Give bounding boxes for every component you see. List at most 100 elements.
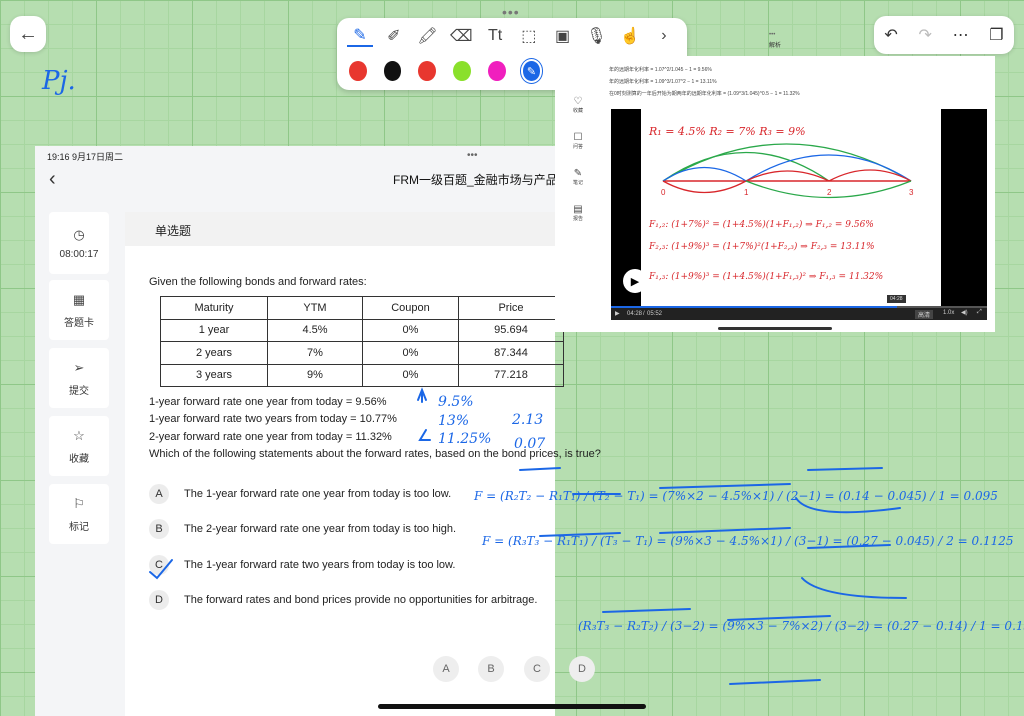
option-b-text[interactable]: The 2-year forward rate one year from to…: [184, 523, 456, 535]
table-row: 1 year 4.5% 0% 95.694: [160, 318, 564, 342]
page-title: FRM一级百题_金融市场与产品: [393, 173, 558, 187]
rail-qa[interactable]: ☐ 问答: [565, 132, 591, 150]
table-cell: 1 year: [160, 318, 268, 342]
panel-home-indicator: [718, 327, 832, 330]
table-cell: 9%: [267, 363, 363, 387]
hover-time: 04:28: [887, 295, 906, 303]
speed-button[interactable]: 1.0x: [943, 310, 954, 316]
answer-button-c[interactable]: C: [524, 656, 550, 682]
option-a-letter[interactable]: A: [149, 484, 169, 504]
mic-icon[interactable]: 🎙: [583, 26, 609, 46]
heart-icon: ♡: [573, 96, 583, 107]
answer-button-a[interactable]: A: [433, 656, 459, 682]
timer-card: ◷ 08:00:17: [49, 212, 109, 274]
video-player[interactable]: R₁ = 4.5% R₂ = 7% R₃ = 9% 0 1 2 3 F₁,₂: …: [611, 109, 987, 309]
lasso-icon[interactable]: ⬚: [516, 26, 542, 46]
answer-sheet-label: 答题卡: [64, 317, 94, 329]
option-b-letter[interactable]: B: [149, 519, 169, 539]
explanation-line: 年的远期年化利率 = 1.07^2/1.045 − 1 = 9.56%: [609, 67, 712, 73]
answer-button-b[interactable]: B: [478, 656, 504, 682]
fraction-bar: [807, 544, 891, 549]
undo-icon[interactable]: ↶: [884, 25, 897, 45]
marker-icon[interactable]: ✐: [381, 26, 407, 46]
table-cell: 0%: [362, 341, 459, 365]
pages-icon[interactable]: ❐: [989, 25, 1003, 45]
eraser-icon[interactable]: ⌫: [448, 26, 474, 46]
option-d-letter[interactable]: D: [149, 590, 169, 610]
color-swatch-red[interactable]: [349, 61, 367, 81]
question-intro: Given the following bonds and forward ra…: [149, 276, 367, 288]
table-header: Maturity: [160, 296, 268, 320]
rail-notes[interactable]: ✎ 笔记: [565, 168, 591, 186]
rail-favorite[interactable]: ♡ 收藏: [565, 96, 591, 114]
quality-button[interactable]: 高清: [915, 310, 934, 319]
video-explanation-panel: ♡ 收藏 ☐ 问答 ✎ 笔记 ▤ 报告 年的远期年化利率 = 1.07^2/1.045 …: [555, 32, 995, 332]
color-swatch-green[interactable]: [453, 61, 471, 81]
app-back-icon[interactable]: ‹: [49, 168, 56, 191]
option-a-text[interactable]: The 1-year forward rate one year from to…: [184, 488, 451, 500]
table-cell: 95.694: [458, 318, 564, 342]
rail-label: 收藏: [572, 108, 583, 114]
board-tick-label: 2: [827, 188, 832, 197]
table-row: 3 years 9% 0% 77.218: [160, 363, 564, 387]
table-row: 2 years 7% 0% 87.344: [160, 341, 564, 365]
color-swatch-black[interactable]: [383, 61, 402, 81]
fraction-bar: [729, 679, 821, 685]
more-options-icon[interactable]: ⋯: [953, 25, 969, 45]
timer-label: 08:00:17: [59, 248, 99, 260]
color-swatch-blue[interactable]: ✎: [522, 61, 541, 81]
time-separator: /: [643, 311, 645, 317]
fraction-bar: [807, 467, 883, 471]
submit-label: 提交: [69, 385, 89, 397]
side-rail: ♡ 收藏 ☐ 问答 ✎ 笔记 ▤ 报告: [555, 96, 599, 332]
table-header: Price: [458, 296, 564, 320]
table-cell: 4.5%: [267, 318, 363, 342]
handwritten-stroke: [795, 497, 901, 514]
table-header-row: Maturity YTM Coupon Price: [160, 296, 564, 320]
fraction-bar: [602, 608, 691, 613]
submit-button[interactable]: ➢ 提交: [49, 348, 109, 408]
touch-icon[interactable]: ☝: [617, 26, 643, 46]
video-controls: ▶ 04:28 / 05:52 高清 1.0x ◀) ⤢: [611, 306, 987, 320]
forward-rate-line: 1-year forward rate two years from today…: [149, 413, 397, 425]
progress-fill: [611, 306, 897, 308]
fraction-bar: [659, 527, 791, 534]
rail-label: 笔记: [572, 180, 583, 186]
board-tick-label: 3: [909, 188, 914, 197]
text-icon[interactable]: Tt: [482, 27, 508, 45]
panel-dots[interactable]: •••: [769, 32, 775, 38]
play-button[interactable]: ▶: [623, 269, 647, 293]
option-c-letter[interactable]: C: [149, 555, 169, 575]
home-indicator: [378, 704, 646, 709]
highlighter-icon[interactable]: 🖍: [415, 26, 441, 46]
whiteboard-drawing: R₁ = 4.5% R₂ = 7% R₃ = 9% 0 1 2 3 F₁,₂: …: [648, 125, 914, 282]
mark-button[interactable]: ⚐ 标记: [49, 484, 109, 544]
board-arc: [662, 166, 747, 182]
fullscreen-icon[interactable]: ⤢: [977, 309, 982, 316]
back-arrow-icon: ←: [18, 22, 38, 45]
app-drag-handle[interactable]: •••: [467, 150, 478, 161]
pen-icon[interactable]: ✎: [347, 25, 373, 47]
redo-icon[interactable]: ↷: [918, 25, 931, 45]
fraction-bar: [659, 483, 791, 489]
volume-icon[interactable]: ◀): [961, 309, 968, 316]
answer-button-d[interactable]: D: [569, 656, 595, 682]
color-swatch-red-2[interactable]: [418, 61, 437, 81]
option-d-text[interactable]: The forward rates and bond prices provid…: [184, 594, 537, 606]
image-icon[interactable]: ▣: [550, 26, 576, 46]
more-icon[interactable]: ›: [651, 27, 677, 45]
rail-report[interactable]: ▤ 报告: [565, 204, 591, 222]
board-arc: [745, 154, 912, 182]
progress-track[interactable]: [611, 306, 987, 308]
right-toolbar: ↶ ↷ ⋯ ❐: [874, 16, 1014, 54]
favorite-button[interactable]: ☆ 收藏: [49, 416, 109, 476]
color-swatch-magenta[interactable]: [487, 61, 506, 81]
pause-icon[interactable]: ▶: [615, 310, 620, 317]
note-icon: ✎: [573, 168, 583, 179]
back-button[interactable]: ←: [10, 16, 46, 52]
handwritten-calc-c: (R₃T₃ − R₂T₂) / (3−2) = (9%×3 − 7%×2) / …: [578, 619, 1024, 633]
answer-sheet-button[interactable]: ▦ 答题卡: [49, 280, 109, 340]
option-c-text[interactable]: The 1-year forward rate two years from t…: [184, 559, 455, 571]
table-cell: 0%: [362, 318, 459, 342]
board-tick-label: 0: [661, 188, 666, 197]
